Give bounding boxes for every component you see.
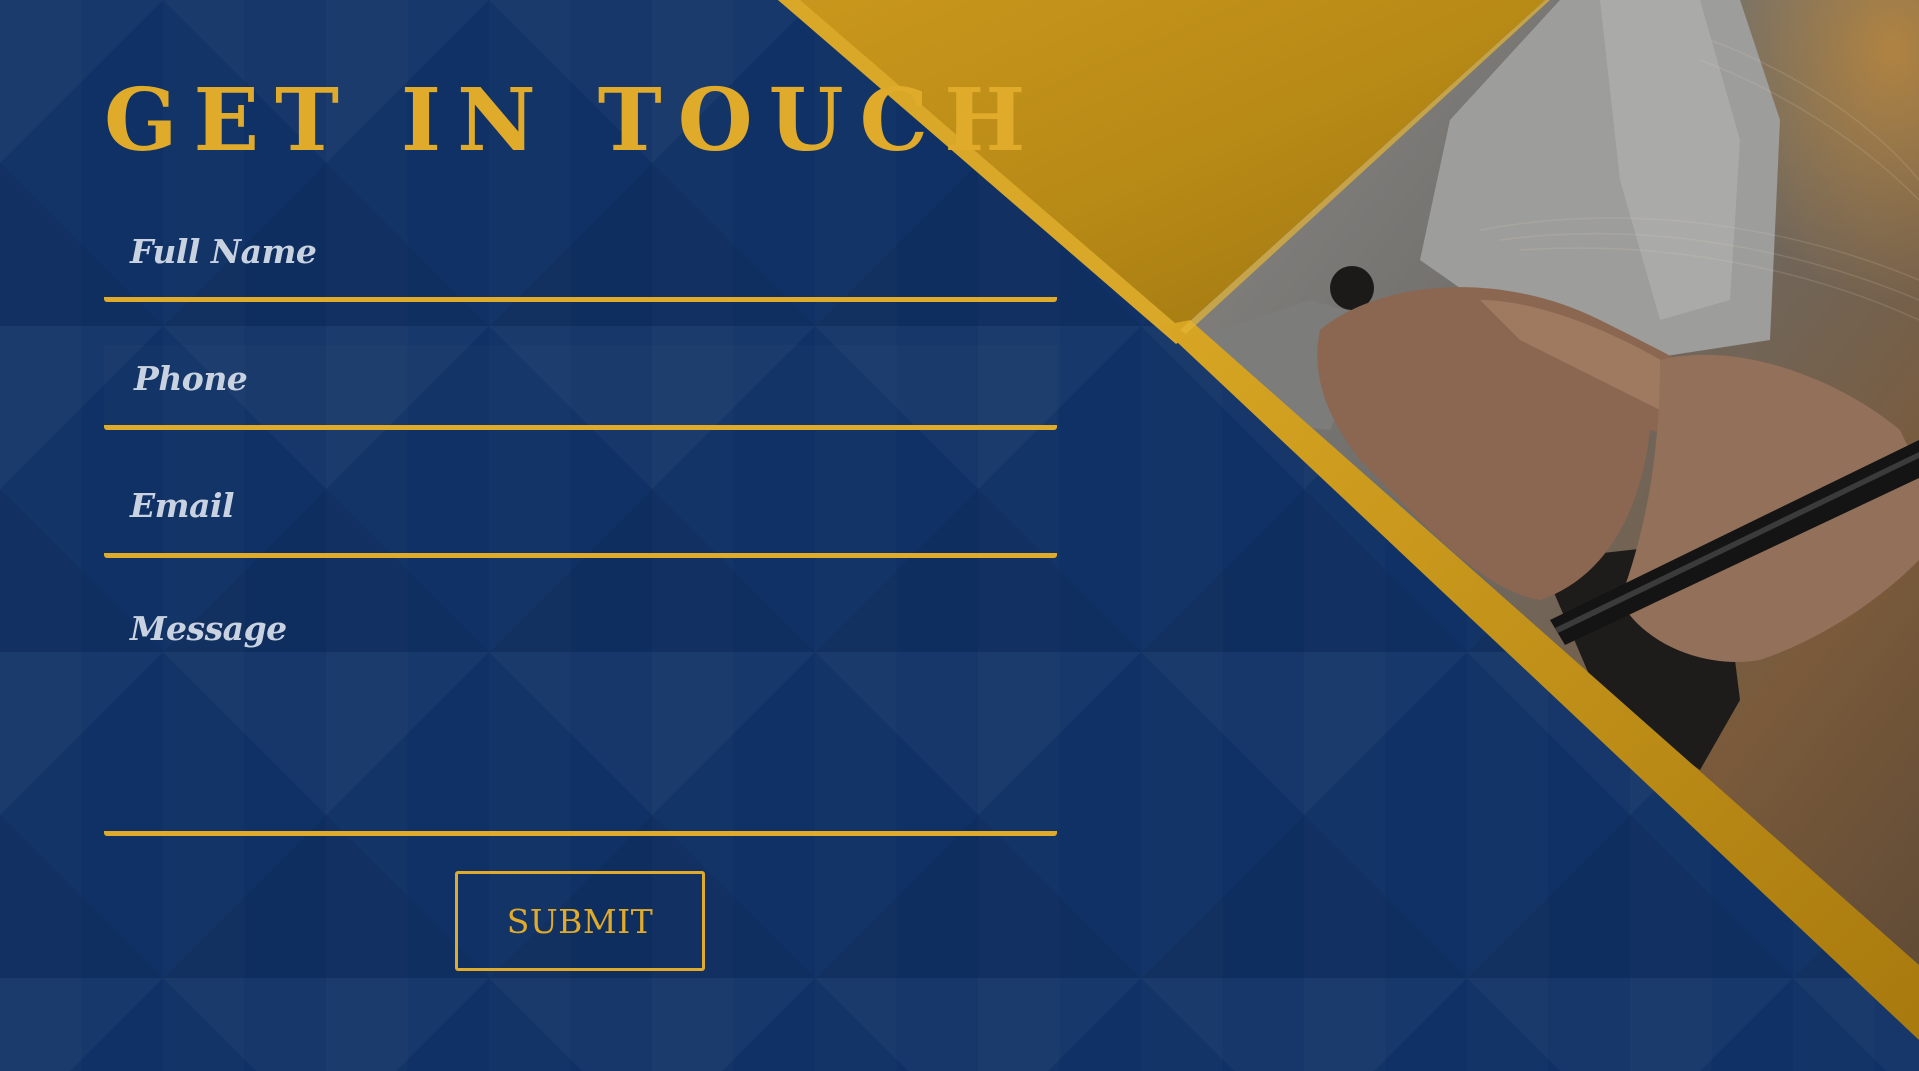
email-placeholder: Email (130, 486, 235, 525)
submit-button[interactable]: SUBMIT (455, 871, 705, 971)
page-title: GET IN TOUCH (104, 70, 1042, 171)
full-name-placeholder: Full Name (130, 232, 317, 271)
message-placeholder: Message (130, 609, 287, 648)
phone-field[interactable]: Phone (104, 345, 1057, 430)
contact-page: GET IN TOUCH Full Name Phone Email Messa… (0, 0, 1919, 1071)
email-field[interactable]: Email (104, 470, 1057, 558)
message-field[interactable]: Message (104, 593, 1057, 836)
full-name-field[interactable]: Full Name (104, 220, 1057, 302)
phone-placeholder: Phone (134, 359, 248, 398)
